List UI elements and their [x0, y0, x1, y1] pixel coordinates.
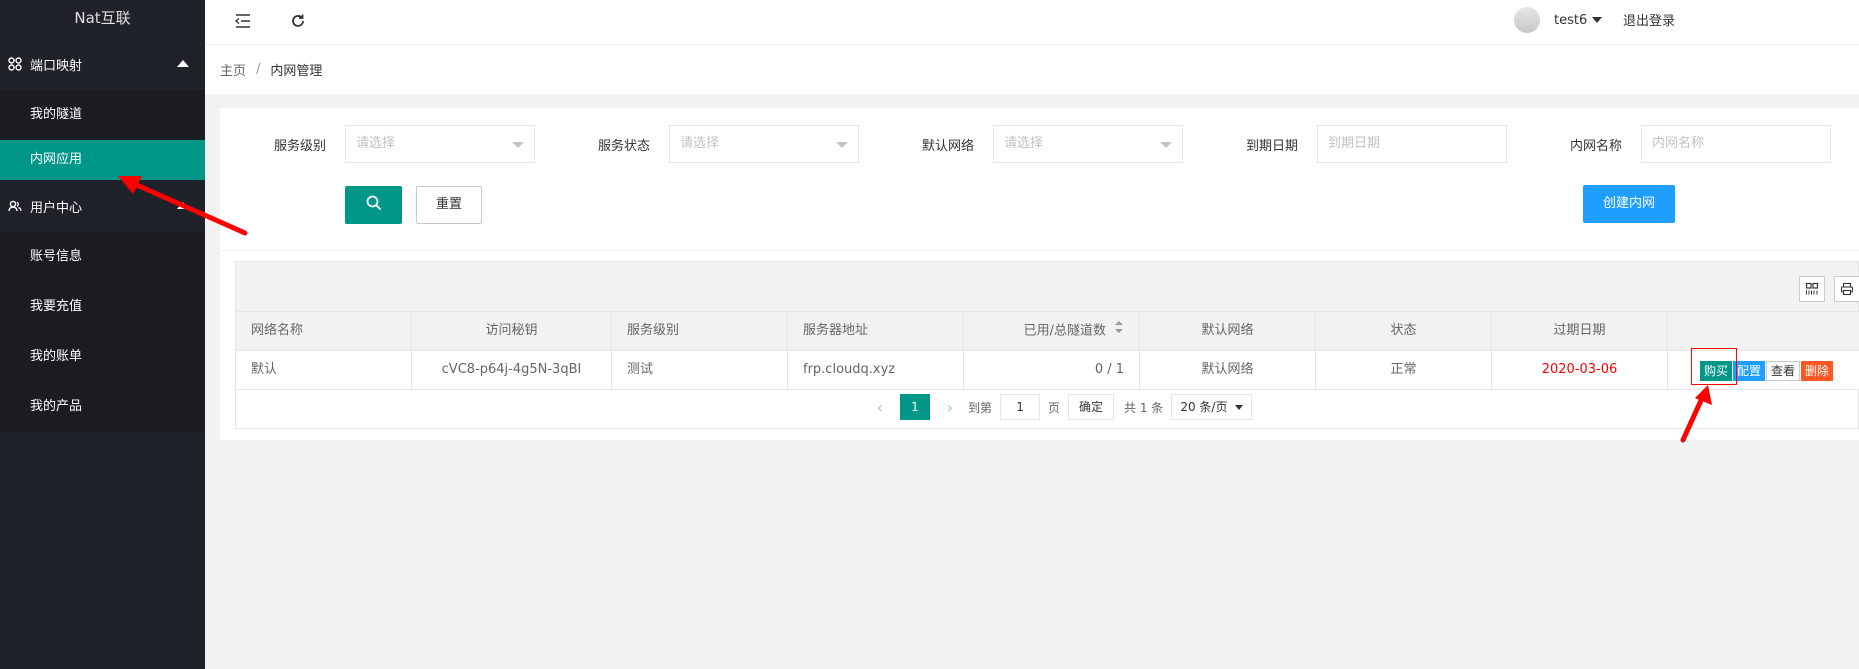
sidebar-item-my-bills[interactable]: 我的账单 — [0, 332, 205, 382]
caret-up-icon — [177, 60, 189, 67]
goto-suffix: 页 — [1048, 400, 1061, 415]
config-button[interactable]: 配置 — [1733, 360, 1766, 381]
columns-filter-icon[interactable] — [1799, 276, 1825, 302]
col-header[interactable]: 默认网络 — [1140, 312, 1316, 351]
chevron-down-icon — [836, 142, 848, 148]
cell-tunnels: 0 / 1 — [964, 351, 1140, 390]
cluster-icon — [8, 57, 22, 71]
input-placeholder: 到期日期 — [1328, 136, 1381, 151]
col-header[interactable]: 过期日期 — [1492, 312, 1668, 351]
user-menu[interactable]: test6 — [1514, 7, 1603, 33]
logout-link[interactable]: 退出登录 — [1623, 10, 1675, 29]
table-row: 默认 cVC8-p64j-4g5N-3qBI 测试 frp.cloudq.xyz… — [236, 351, 1859, 390]
search-icon — [365, 194, 383, 216]
filter-label-default-network: 默认网络 — [922, 139, 975, 154]
table-header: 网络名称 访问秘钥 服务级别 服务器地址 已用/总隧道数 默认网络 状态 过期日… — [236, 312, 1859, 351]
prev-page-icon[interactable]: ‹ — [870, 398, 890, 417]
page-current[interactable]: 1 — [900, 394, 930, 420]
caret-up-icon — [177, 202, 189, 209]
sidebar-item-account-info[interactable]: 账号信息 — [0, 232, 205, 282]
select-placeholder: 请选择 — [680, 136, 720, 151]
nav-group-user-center[interactable]: 用户中心 — [0, 180, 205, 232]
cell-server-address: frp.cloudq.xyz — [788, 351, 964, 390]
goto-page-input[interactable]: 1 — [1000, 394, 1041, 420]
col-header-sortable[interactable]: 已用/总隧道数 — [964, 312, 1140, 351]
filter-label-service-level: 服务级别 — [274, 139, 327, 154]
total-count: 共 1 条 — [1124, 400, 1164, 415]
col-header[interactable]: 服务器地址 — [788, 312, 964, 351]
select-placeholder: 请选择 — [356, 136, 396, 151]
select-placeholder: 请选择 — [1004, 136, 1044, 151]
avatar — [1514, 7, 1540, 33]
app-logo[interactable]: Nat互联 — [0, 0, 205, 38]
sidebar-item-intranet-apps[interactable]: 内网应用 — [0, 140, 205, 180]
delete-button[interactable]: 删除 — [1801, 360, 1834, 381]
cell-network-name: 默认 — [236, 351, 412, 390]
chevron-down-icon — [512, 142, 524, 148]
breadcrumb: 主页 / 内网管理 — [205, 45, 1859, 94]
users-icon — [8, 199, 22, 213]
filter-label-intranet-name: 内网名称 — [1570, 139, 1623, 154]
cell-default-network: 默认网络 — [1140, 351, 1316, 390]
view-button[interactable]: 查看 — [1766, 360, 1801, 381]
service-status-select[interactable]: 请选择 — [669, 125, 859, 163]
chevron-down-icon — [1160, 142, 1172, 148]
col-header[interactable]: 服务级别 — [612, 312, 788, 351]
nav-group-label: 端口映射 — [30, 58, 83, 74]
col-header-actions — [1668, 312, 1859, 351]
col-header-label: 已用/总隧道数 — [1023, 323, 1106, 339]
expire-date-input[interactable]: 到期日期 — [1317, 125, 1507, 163]
refresh-icon[interactable] — [288, 11, 308, 31]
filter-label-service-status: 服务状态 — [598, 139, 651, 154]
table-toolbar — [236, 262, 1859, 312]
cell-access-key: cVC8-p64j-4g5N-3qBI — [412, 351, 612, 390]
reset-button[interactable]: 重置 — [416, 186, 482, 224]
sidebar-item-recharge[interactable]: 我要充值 — [0, 282, 205, 332]
service-level-select[interactable]: 请选择 — [345, 125, 535, 163]
divider — [220, 250, 1859, 251]
breadcrumb-home[interactable]: 主页 — [220, 60, 246, 79]
breadcrumb-separator: / — [256, 62, 261, 77]
sidebar: Nat互联 端口映射 我的隧道 内网应用 用户中心 账号信息 我要充值 我的账单… — [0, 0, 205, 669]
filter-label-expire-date: 到期日期 — [1246, 139, 1299, 154]
nav-group-label: 用户中心 — [30, 200, 83, 216]
cell-expire-date: 2020-03-06 — [1492, 351, 1668, 390]
col-header[interactable]: 状态 — [1316, 312, 1492, 351]
username: test6 — [1554, 12, 1588, 28]
goto-prefix: 到第 — [968, 400, 993, 415]
page-size-value: 20 条/页 — [1180, 400, 1228, 414]
sort-icon[interactable] — [1114, 312, 1124, 350]
search-button[interactable] — [345, 186, 402, 224]
col-header[interactable]: 网络名称 — [236, 312, 412, 351]
breadcrumb-current: 内网管理 — [270, 64, 323, 79]
menu-fold-icon[interactable] — [233, 11, 253, 31]
input-placeholder: 内网名称 — [1652, 136, 1705, 151]
print-icon[interactable] — [1834, 276, 1859, 302]
create-intranet-button[interactable]: 创建内网 — [1583, 185, 1675, 223]
chevron-down-icon — [1235, 404, 1244, 410]
top-header — [205, 0, 1859, 45]
page-size-select[interactable]: 20 条/页 — [1171, 394, 1253, 420]
chevron-down-icon — [1592, 17, 1603, 23]
next-page-icon[interactable]: › — [940, 398, 960, 417]
cell-service-level: 测试 — [612, 351, 788, 390]
sidebar-item-my-products[interactable]: 我的产品 — [0, 382, 205, 432]
sidebar-item-my-tunnels[interactable]: 我的隧道 — [0, 90, 205, 140]
cell-status: 正常 — [1316, 351, 1492, 390]
default-network-select[interactable]: 请选择 — [993, 125, 1183, 163]
col-header[interactable]: 访问秘钥 — [412, 312, 612, 351]
nav-group-port-mapping[interactable]: 端口映射 — [0, 38, 205, 90]
pagination: ‹ 1 › 到第 1 页 确定 共 1 条 20 条/页 — [870, 394, 1253, 420]
highlight-box — [1691, 348, 1737, 385]
goto-confirm-button[interactable]: 确定 — [1068, 394, 1115, 420]
intranet-name-input[interactable]: 内网名称 — [1641, 125, 1831, 163]
